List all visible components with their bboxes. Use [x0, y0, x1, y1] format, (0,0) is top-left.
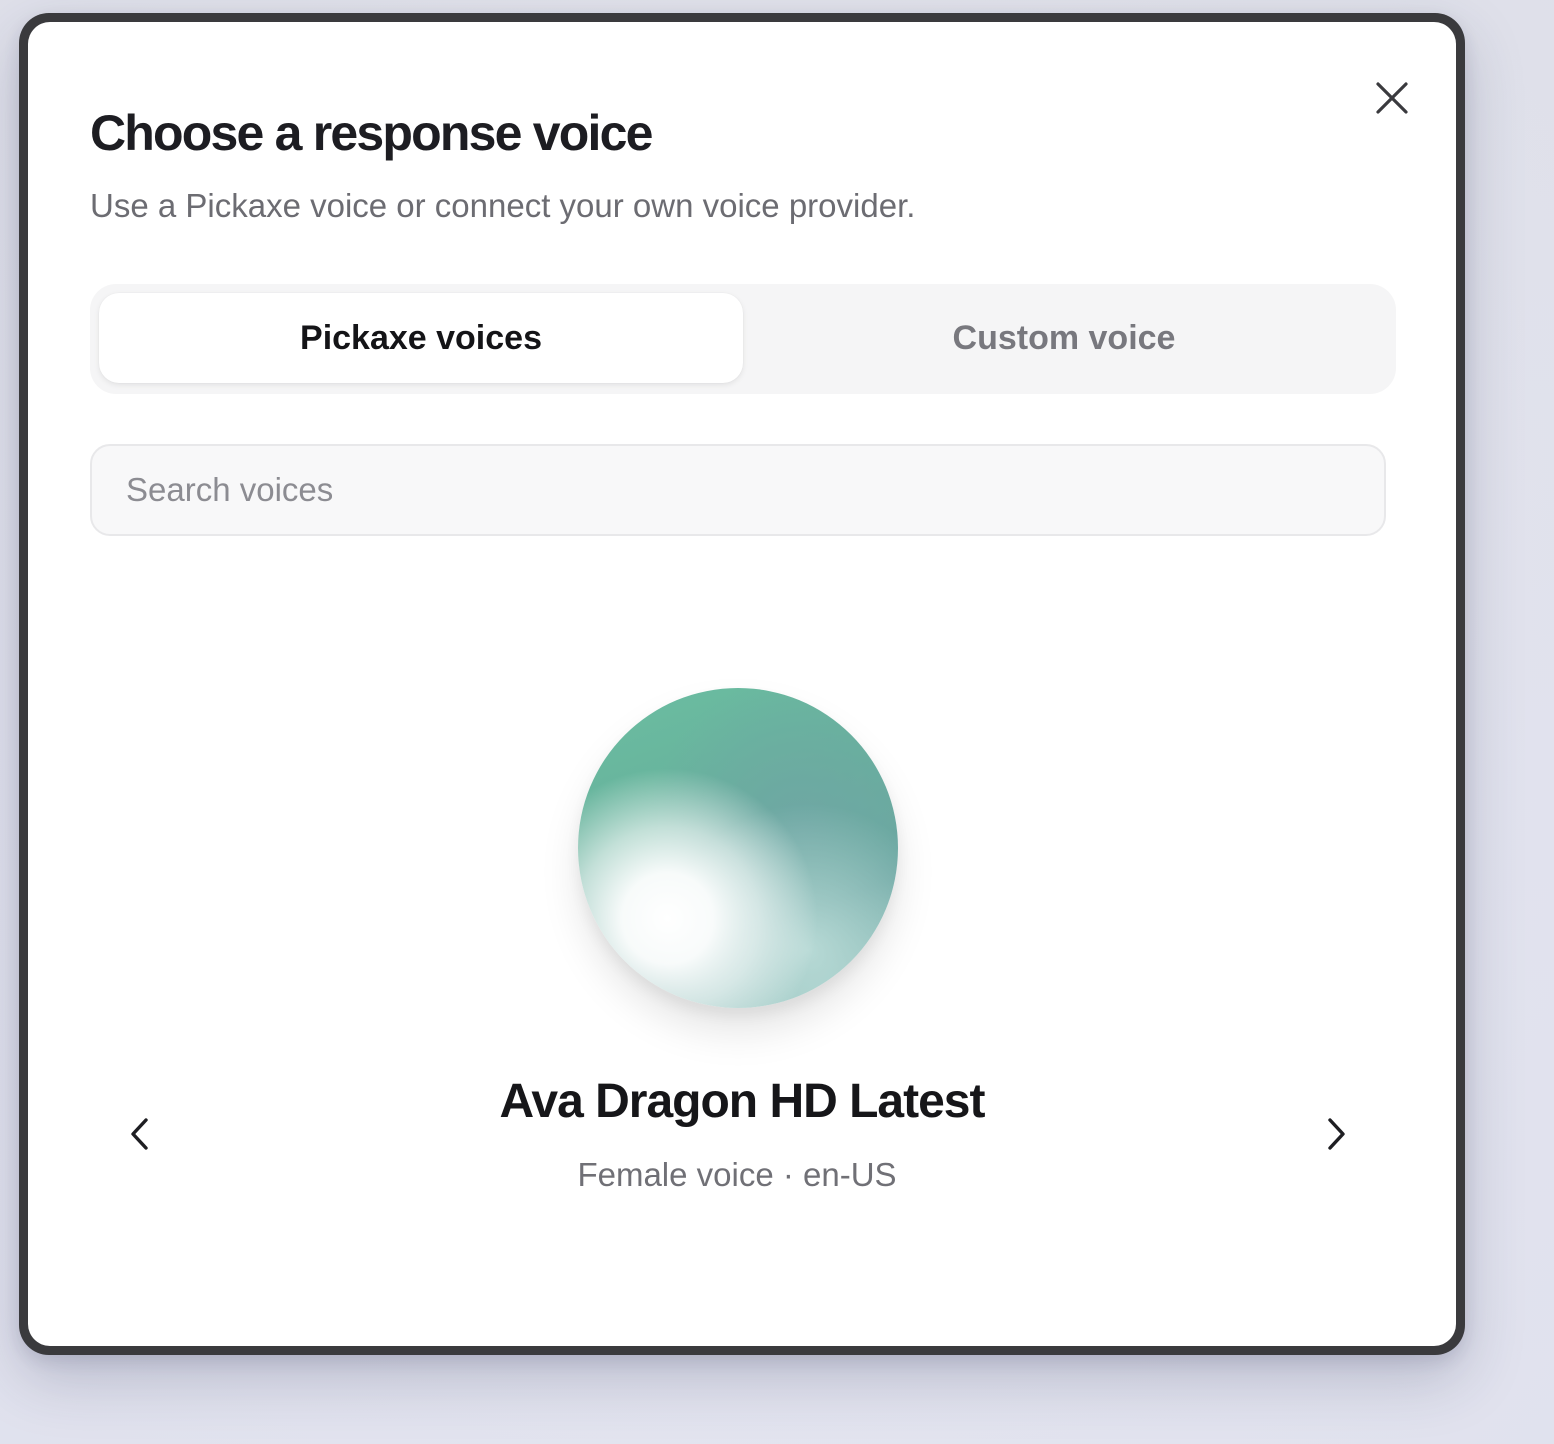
voice-name: Ava Dragon HD Latest: [499, 1075, 986, 1128]
chevron-right-icon: [1328, 1118, 1345, 1150]
close-button[interactable]: [1368, 74, 1416, 122]
voice-dialog-frame: Choose a response voice Use a Pickaxe vo…: [19, 13, 1465, 1355]
dialog-title: Choose a response voice: [90, 105, 653, 161]
voice-meta: Female voice · en-US: [577, 1156, 897, 1193]
search-voices-input[interactable]: [90, 444, 1386, 536]
close-icon: [1376, 82, 1408, 114]
dialog-subtitle: Use a Pickaxe voice or connect your own …: [90, 187, 916, 224]
tab-custom-voice[interactable]: Custom voice: [742, 293, 1386, 383]
voice-orb[interactable]: [578, 688, 898, 1008]
voice-source-tabs: Pickaxe voices Custom voice: [90, 284, 1396, 394]
tab-pickaxe-voices[interactable]: Pickaxe voices: [99, 293, 743, 383]
next-voice-button[interactable]: [1310, 1108, 1362, 1160]
voice-dialog: Choose a response voice Use a Pickaxe vo…: [28, 22, 1456, 1346]
voice-orb-gradient: [578, 688, 898, 1008]
